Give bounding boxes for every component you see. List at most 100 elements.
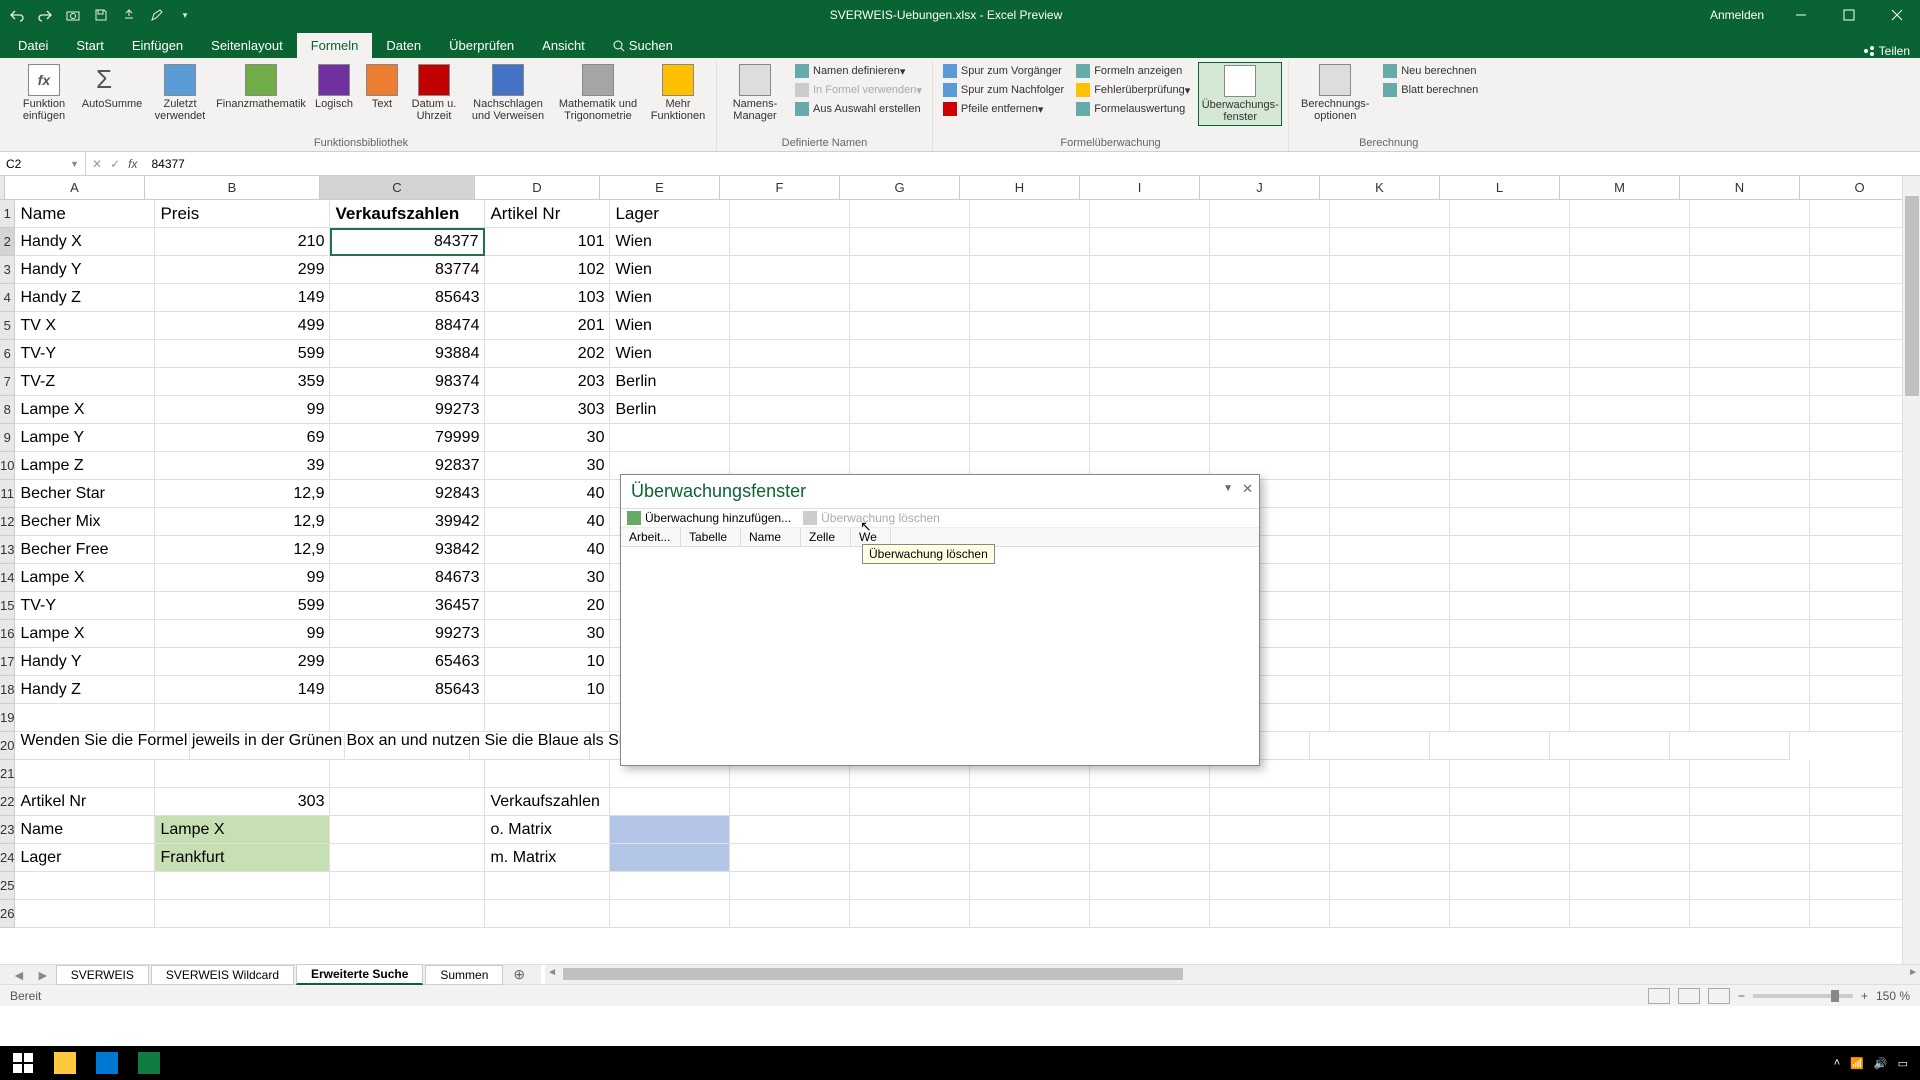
cell-I24[interactable] [1090,844,1210,872]
row-header-4[interactable]: 4 [0,284,15,312]
row-header-24[interactable]: 24 [0,844,15,872]
view-pagebreak-icon[interactable] [1708,988,1730,1004]
cell-E5[interactable]: Wien [610,312,730,340]
watch-window-title[interactable]: Überwachungsfenster ▼ ✕ [621,475,1259,509]
col-header-A[interactable]: A [5,176,145,200]
cell-H8[interactable] [970,396,1090,424]
cell-I7[interactable] [1090,368,1210,396]
cell-B12[interactable]: 12,9 [155,508,330,536]
cell-B15[interactable]: 599 [155,592,330,620]
cell-D6[interactable]: 202 [485,340,610,368]
tray-lang-icon[interactable]: ▭ [1898,1057,1908,1070]
cell-L7[interactable] [1450,368,1570,396]
cell-D26[interactable] [485,900,610,928]
cell-K17[interactable] [1330,648,1450,676]
cell-K9[interactable] [1330,424,1450,452]
cell-G22[interactable] [850,788,970,816]
cell-L13[interactable] [1450,536,1570,564]
cell-G3[interactable] [850,256,970,284]
cell-G8[interactable] [850,396,970,424]
cell-M8[interactable] [1570,396,1690,424]
cell-M26[interactable] [1570,900,1690,928]
cell-K26[interactable] [1330,900,1450,928]
cell-M4[interactable] [1570,284,1690,312]
cell-M1[interactable] [1570,200,1690,228]
cell-B5[interactable]: 499 [155,312,330,340]
cell-A13[interactable]: Becher Free [15,536,155,564]
cell-I9[interactable] [1090,424,1210,452]
cell-G1[interactable] [850,200,970,228]
cell-C6[interactable]: 93884 [330,340,485,368]
cell-L4[interactable] [1450,284,1570,312]
tab-ueberpruefen[interactable]: Überprüfen [435,33,528,58]
formula-input[interactable]: 84377 [143,157,1920,171]
lookup-button[interactable]: Nachschlagen und Verweisen [466,62,550,124]
cell-J2[interactable] [1210,228,1330,256]
cell-I3[interactable] [1090,256,1210,284]
cell-E1[interactable]: Lager [610,200,730,228]
cell-N2[interactable] [1690,228,1810,256]
cell-L15[interactable] [1450,592,1570,620]
cell-D9[interactable]: 30 [485,424,610,452]
cell-B6[interactable]: 599 [155,340,330,368]
cell-G26[interactable] [850,900,970,928]
row-header-19[interactable]: 19 [0,704,15,732]
cell-N25[interactable] [1690,872,1810,900]
cell-K8[interactable] [1330,396,1450,424]
col-header-B[interactable]: B [145,176,320,200]
cell-I2[interactable] [1090,228,1210,256]
cell-C7[interactable]: 98374 [330,368,485,396]
cell-K22[interactable] [1330,788,1450,816]
cell-B22[interactable]: 303 [155,788,330,816]
pen-icon[interactable] [148,6,166,24]
cell-N13[interactable] [1690,536,1810,564]
cell-F1[interactable] [730,200,850,228]
cell-I5[interactable] [1090,312,1210,340]
cell-B13[interactable]: 12,9 [155,536,330,564]
tray-network-icon[interactable]: 📶 [1850,1057,1864,1070]
text-button[interactable]: Text [362,62,402,112]
cancel-formula-icon[interactable]: ✕ [92,157,102,171]
cell-A16[interactable]: Lampe X [15,620,155,648]
cell-M23[interactable] [1570,816,1690,844]
cell-N26[interactable] [1690,900,1810,928]
cell-B7[interactable]: 359 [155,368,330,396]
cell-N19[interactable] [1690,704,1810,732]
signin-button[interactable]: Anmelden [1698,2,1776,28]
cell-F23[interactable] [730,816,850,844]
cell-M3[interactable] [1570,256,1690,284]
cell-M9[interactable] [1570,424,1690,452]
cell-I4[interactable] [1090,284,1210,312]
col-header-I[interactable]: I [1080,176,1200,200]
cell-I6[interactable] [1090,340,1210,368]
cell-M21[interactable] [1570,760,1690,788]
col-header-D[interactable]: D [475,176,600,200]
cell-A22[interactable]: Artikel Nr [15,788,155,816]
fx-icon[interactable]: fx [128,157,137,171]
cell-A11[interactable]: Becher Star [15,480,155,508]
col-header-C[interactable]: C [320,176,475,200]
cell-N20[interactable] [1550,732,1670,760]
cell-L12[interactable] [1450,508,1570,536]
cell-F4[interactable] [730,284,850,312]
cell-B10[interactable]: 39 [155,452,330,480]
cell-M14[interactable] [1570,564,1690,592]
cell-G2[interactable] [850,228,970,256]
cell-E24[interactable] [610,844,730,872]
cell-N1[interactable] [1690,200,1810,228]
cell-N11[interactable] [1690,480,1810,508]
minimize-icon[interactable] [1778,0,1824,30]
cell-G6[interactable] [850,340,970,368]
cell-B14[interactable]: 99 [155,564,330,592]
store-icon[interactable] [88,1048,126,1078]
cell-J7[interactable] [1210,368,1330,396]
financial-button[interactable]: Finanzmathematik [216,62,306,112]
cell-J4[interactable] [1210,284,1330,312]
cell-L9[interactable] [1450,424,1570,452]
trace-dependents-button[interactable]: Spur zum Nachfolger [939,81,1068,99]
cell-J26[interactable] [1210,900,1330,928]
row-header-9[interactable]: 9 [0,424,15,452]
maximize-icon[interactable] [1826,0,1872,30]
cell-C1[interactable]: Verkaufszahlen [330,200,485,228]
cell-J3[interactable] [1210,256,1330,284]
